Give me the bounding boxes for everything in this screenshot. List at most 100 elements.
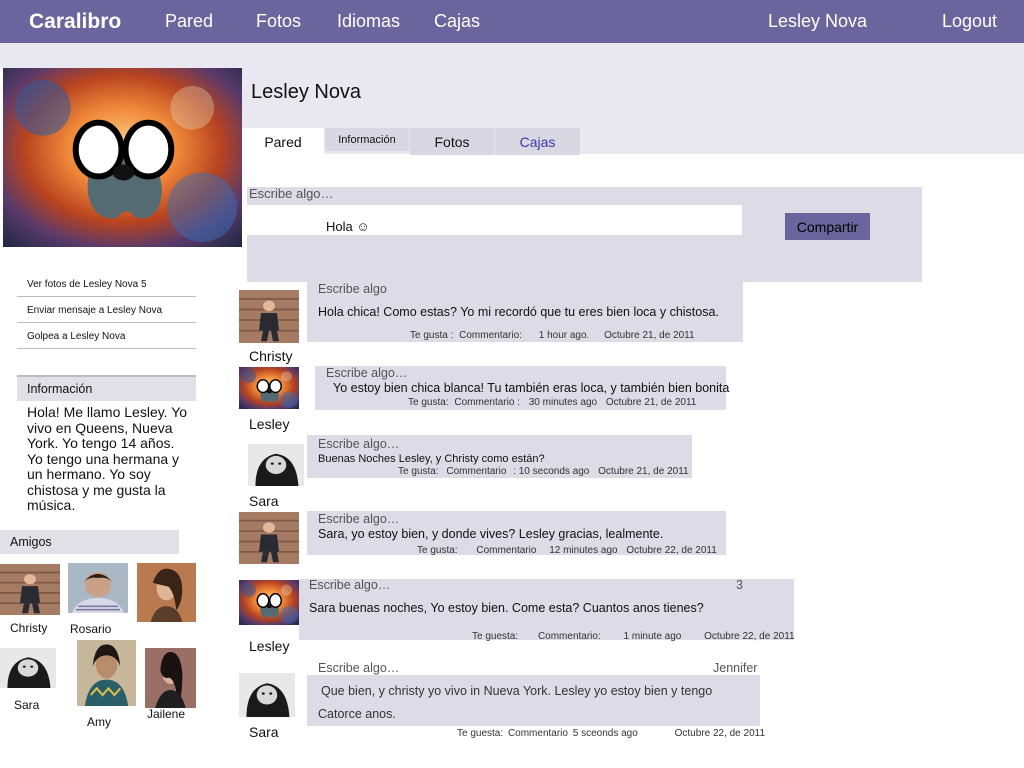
sidebar-link-golpea[interactable]: Golpea a Lesley Nova (17, 324, 196, 349)
post-meta: Te gusta: Commentario : 30 minutes ago O… (408, 397, 696, 408)
composer-input[interactable] (247, 205, 742, 235)
post-header-extra: Jennifer (713, 661, 758, 675)
post-author[interactable]: Christy (249, 348, 293, 364)
tab-fotos[interactable]: Fotos (410, 128, 494, 155)
post-avatar[interactable] (248, 444, 304, 486)
like-link[interactable]: Te gusta: (398, 466, 439, 477)
post-date: Octubre 22, de 2011 (626, 545, 717, 556)
post-time: 1 hour ago. (538, 330, 590, 341)
post-header: Escribe algo… (326, 366, 408, 380)
tab-pared[interactable]: Pared (242, 128, 324, 155)
friend-photo-rosario[interactable] (68, 563, 128, 613)
post-meta: Te guesta: Commentario 5 sceonds ago Oct… (457, 728, 765, 739)
sidebar-link-enviar-mensaje[interactable]: Enviar mensaje a Lesley Nova (17, 298, 196, 323)
friend-photo-3[interactable] (137, 563, 196, 622)
info-text: Hola! Me llamo Lesley. Yo vivo en Queens… (27, 404, 188, 513)
jake-avatar-image (3, 68, 242, 247)
comment-link[interactable]: Commentario: (538, 631, 601, 642)
friend-image (0, 648, 56, 688)
like-link[interactable]: Te gusta: (408, 397, 449, 408)
avatar-image (248, 444, 304, 486)
post-author[interactable]: Lesley (249, 416, 289, 432)
like-link[interactable]: Te guesta: (457, 728, 503, 739)
post-header: Escribe algo (318, 282, 387, 296)
friend-photo-sara[interactable] (0, 648, 56, 688)
tab-informacion[interactable]: Información (325, 128, 409, 151)
post-author[interactable]: Lesley (249, 638, 289, 654)
friend-photo-amy[interactable] (77, 640, 136, 706)
friend-name-sara[interactable]: Sara (14, 698, 39, 712)
composer-label: Escribe algo… (249, 186, 334, 201)
comment-link[interactable]: Commentario : (454, 397, 520, 408)
nav-idiomas[interactable]: Idiomas (337, 11, 400, 32)
post-text: Sara, yo estoy bien, y donde vives? Lesl… (318, 527, 664, 541)
post-meta: Te gusta : Commentario: 1 hour ago. Octu… (410, 330, 695, 341)
post-meta: Te gusta: Commentario 12 minutes ago Oct… (417, 545, 717, 556)
nav-fotos[interactable]: Fotos (256, 11, 301, 32)
post-time: 30 minutes ago (528, 397, 598, 408)
nav-cajas[interactable]: Cajas (434, 11, 480, 32)
post-time: 5 sceonds ago (572, 728, 638, 739)
post-avatar[interactable] (239, 512, 299, 564)
avatar-image (239, 673, 295, 717)
like-link[interactable]: Te gusta : (410, 330, 453, 341)
nav-user-name[interactable]: Lesley Nova (768, 11, 867, 32)
post-avatar[interactable] (239, 580, 299, 625)
friend-image (145, 648, 196, 708)
post-date: Octubre 21, de 2011 (598, 466, 689, 477)
top-nav-bar (0, 0, 1024, 43)
sidebar-link-ver-fotos[interactable]: Ver fotos de Lesley Nova 5 (17, 272, 196, 297)
post-avatar[interactable] (239, 673, 295, 717)
friend-image (0, 564, 60, 615)
header-band-left (0, 43, 242, 68)
post-date: Octubre 21, de 2011 (604, 330, 695, 341)
comment-link[interactable]: Commentario (446, 466, 506, 477)
avatar-image (239, 290, 299, 343)
comment-link[interactable]: Commentario (508, 728, 568, 739)
post-text: Yo estoy bien chica blanca! Tu también e… (333, 381, 730, 395)
friend-photo-jailene[interactable] (145, 648, 196, 708)
tab-cajas[interactable]: Cajas (495, 128, 580, 155)
comment-link[interactable]: Commentario (476, 545, 536, 556)
post-author[interactable]: Sara (249, 493, 279, 509)
avatar-image (239, 367, 299, 409)
friend-name-christy[interactable]: Christy (10, 621, 47, 635)
comment-link[interactable]: Commentario: (459, 330, 522, 341)
friends-section-header: Amigos (0, 530, 179, 554)
post-avatar[interactable] (239, 290, 299, 343)
friend-photo-christy[interactable] (0, 564, 60, 615)
post-header: Escribe algo… (318, 661, 400, 675)
post-meta: Te gusta: Commentario : 10 seconds ago O… (398, 466, 689, 477)
post-date: Octubre 22, de 2011 (704, 631, 795, 642)
like-link[interactable]: Te guesta: (472, 631, 518, 642)
logout-link[interactable]: Logout (942, 11, 997, 32)
nav-pared[interactable]: Pared (165, 11, 213, 32)
post-date: Octubre 22, de 2011 (674, 728, 766, 739)
friend-image (68, 563, 128, 613)
post-header-extra: 3 (736, 578, 743, 592)
post-header: Escribe algo… (309, 578, 391, 592)
post-time: 12 minutes ago (549, 545, 618, 556)
post-time: 1 minute ago (623, 631, 682, 642)
brand-logo[interactable]: Caralibro (29, 10, 121, 34)
post-meta: Te guesta: Commentario: 1 minute ago Oct… (472, 631, 795, 642)
post-header: Escribe algo… (318, 512, 400, 526)
profile-name: Lesley Nova (251, 81, 362, 103)
avatar-image (239, 512, 299, 564)
post-text: Buenas Noches Lesley, y Christy como est… (318, 453, 545, 465)
compartir-button[interactable]: Compartir (785, 213, 870, 240)
composer-input-text: Hola ☺ (326, 219, 370, 234)
friend-image (137, 563, 196, 622)
profile-picture[interactable] (3, 68, 242, 247)
friend-image (77, 640, 136, 706)
friend-name-rosario[interactable]: Rosario (70, 622, 111, 636)
like-link[interactable]: Te gusta: (417, 545, 458, 556)
post-text: Que bien, y christy yo vivo in Nueva Yor… (321, 684, 713, 698)
post-avatar[interactable] (239, 367, 299, 409)
post-text-line2: Catorce anos. (318, 707, 396, 721)
post-author[interactable]: Sara (249, 724, 279, 740)
friend-name-jailene[interactable]: Jailene (147, 707, 185, 721)
post-text: Sara buenas noches, Yo estoy bien. Come … (309, 601, 704, 615)
friend-name-amy[interactable]: Amy (87, 715, 111, 729)
post-date: Octubre 21, de 2011 (605, 397, 697, 408)
